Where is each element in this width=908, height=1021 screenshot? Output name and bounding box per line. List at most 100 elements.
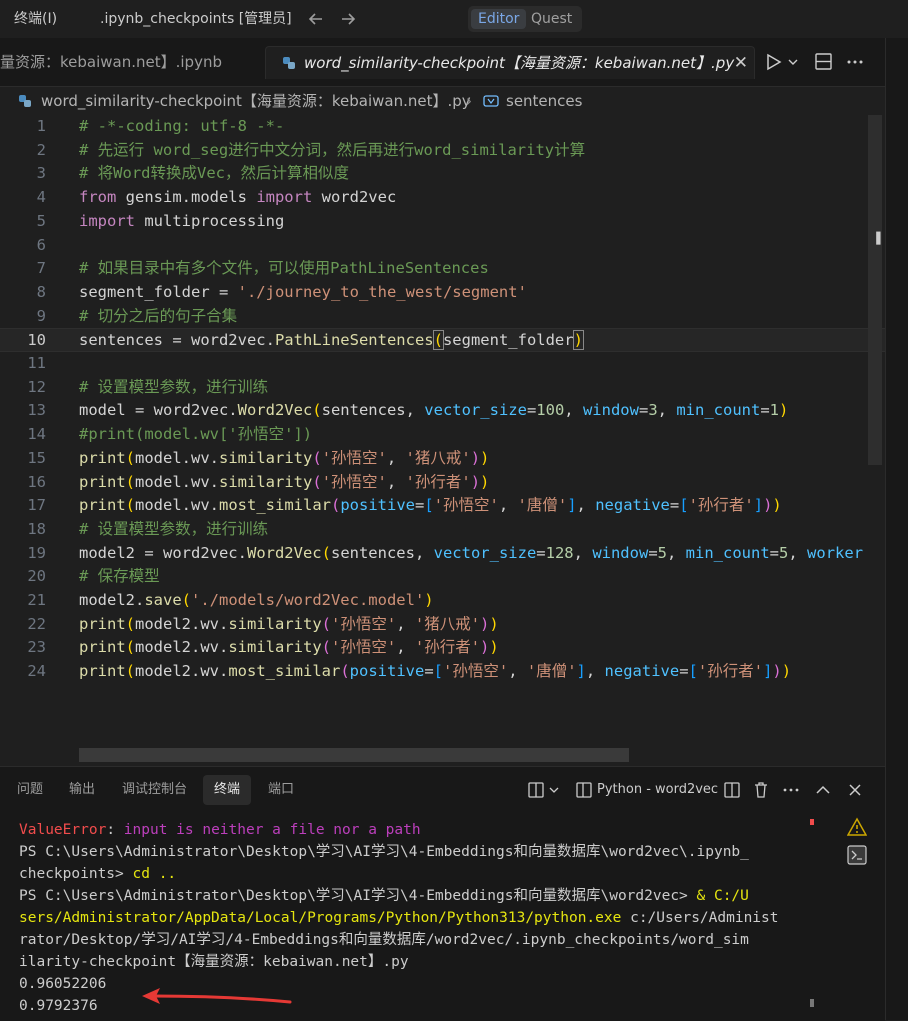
code-line[interactable]: 22 print(model2.wv.similarity('孙悟空', '猪八戒… [0, 613, 885, 637]
editor-vertical-scrollbar[interactable] [868, 115, 882, 465]
code-token: sentences, [321, 401, 425, 420]
code-line[interactable]: 5 import multiprocessing [0, 210, 885, 234]
terminal-name[interactable]: Python - word2vec [597, 780, 718, 800]
tab-problems[interactable]: 问题 [17, 775, 43, 805]
tab-ports[interactable]: 端口 [268, 775, 294, 805]
tab-terminal[interactable]: 终端 [203, 775, 252, 805]
terminal-text: ilarity-checkpoint【海量资源：kebaiwan.net】.py [19, 954, 409, 970]
panel-title[interactable]: 终端(I) [14, 0, 57, 38]
code-token: ] [567, 496, 577, 515]
code-line[interactable]: 21 model2.save('./models/word2Vec.model') [0, 589, 885, 613]
line-number: 12 [27, 377, 46, 396]
code-token: ) [772, 662, 782, 681]
code-token: '孙行者' [414, 638, 481, 657]
code-line[interactable]: 19 model2 = word2vec.Word2Vec(sentences, … [0, 542, 885, 566]
code-token: '唐僧' [526, 662, 577, 681]
code-line[interactable]: 14 #print(model.wv['孙悟空']) [0, 423, 885, 447]
tab-output[interactable]: 输出 [69, 775, 95, 805]
code-line[interactable]: 8 segment_folder = './journey_to_the_west… [0, 281, 885, 305]
code-token: most_similar [219, 496, 331, 515]
code-token: sentences, [330, 543, 434, 562]
code-line[interactable]: 6 [0, 234, 885, 258]
code-line[interactable]: 3 # 将Word转换成Vec，然后计算相似度 [0, 162, 885, 186]
tab-notebook[interactable]: 量资源：kebaiwan.net】.ipynb [0, 46, 222, 78]
code-line[interactable]: 1 # -*-coding: utf-8 -*- [0, 115, 885, 139]
back-arrow-icon[interactable] [306, 9, 326, 29]
code-text: # 设置模型参数，进行训练 [79, 376, 268, 400]
code-token: ( [432, 330, 444, 351]
code-token: model.wv. [135, 472, 220, 491]
code-token: model2 = word2vec. [79, 543, 247, 562]
warning-icon[interactable] [847, 817, 867, 837]
close-tab-icon[interactable]: ✕ [734, 47, 748, 79]
trash-icon[interactable] [752, 780, 770, 800]
code-token: ) [489, 614, 499, 633]
code-token: from [79, 188, 117, 207]
terminal-line: PS C:\Users\Administrator\Desktop\学习\AI学… [19, 841, 809, 863]
split-panel-icon[interactable] [723, 780, 741, 800]
code-token: negative [604, 662, 680, 681]
code-token: multiprocessing [135, 211, 285, 230]
code-line[interactable]: 20 # 保存模型 [0, 565, 885, 589]
code-line[interactable]: 16 print(model.wv.similarity('孙悟空', '孙行者'… [0, 471, 885, 495]
quest-mode-button[interactable]: Quest [524, 9, 579, 29]
code-line[interactable]: 4 from gensim.models import word2vec [0, 186, 885, 210]
editor-mode-button[interactable]: Editor [471, 9, 527, 29]
code-line[interactable]: 7 # 如果目录中有多个文件，可以使用PathLineSentences [0, 257, 885, 281]
title-bar: 终端(I) .ipynb_checkpoints [管理员] Editor Qu… [0, 0, 908, 38]
code-line[interactable]: 15 print(model.wv.similarity('孙悟空', '猪八戒'… [0, 447, 885, 471]
terminal-line: checkpoints> cd .. [19, 863, 809, 885]
code-line[interactable]: 23 print(model2.wv.similarity('孙悟空', '孙行者… [0, 636, 885, 660]
code-line[interactable]: 24 print(model2.wv.most_similar(positive=… [0, 660, 885, 684]
run-file-icon[interactable] [764, 51, 802, 73]
code-token: '孙行者' [405, 472, 471, 491]
code-text: model = word2vec.Word2Vec(sentences, vec… [79, 399, 788, 423]
forward-arrow-icon[interactable] [338, 9, 358, 29]
code-text: from gensim.models import word2vec [79, 186, 396, 210]
terminal-scrollbar[interactable] [810, 819, 816, 1009]
breadcrumb-file[interactable]: word_similarity-checkpoint【海量资源：kebaiwan… [41, 88, 471, 114]
more-actions-icon[interactable] [845, 51, 865, 73]
code-token: ( [125, 472, 136, 491]
code-token: # 切分之后的句子合集 [79, 306, 238, 325]
code-line[interactable]: 12 # 设置模型参数，进行训练 [0, 376, 885, 400]
code-line[interactable]: 17 print(model.wv.most_similar(positive=[… [0, 494, 885, 518]
code-token: model.wv. [135, 448, 220, 467]
code-text: print(model2.wv.most_similar(positive=['… [79, 660, 791, 684]
code-token: worker [807, 543, 864, 562]
code-token: , [585, 662, 605, 681]
editor-horizontal-scrollbar[interactable] [79, 748, 629, 762]
tab-debug-console[interactable]: 调试控制台 [122, 775, 187, 805]
code-token: ) [480, 638, 490, 657]
code-token: '孙行者' [688, 496, 754, 515]
code-line[interactable]: 18 # 设置模型参数，进行训练 [0, 518, 885, 542]
more-icon[interactable] [782, 780, 800, 800]
code-token: window [582, 401, 639, 420]
split-editor-icon[interactable] [814, 51, 834, 73]
code-text: # -*-coding: utf-8 -*- [79, 115, 284, 139]
code-token: similarity [219, 448, 313, 467]
code-token: ( [321, 543, 331, 562]
code-token: ( [312, 472, 322, 491]
tab-active-file[interactable]: word_similarity-checkpoint【海量资源：kebaiwan… [265, 46, 755, 79]
line-number: 9 [36, 306, 46, 325]
code-token: #print(model.wv['孙悟空']) [79, 425, 313, 444]
split-terminal-icon[interactable] [527, 780, 563, 800]
code-line[interactable]: 2 # 先运行 word_seg进行中文分词，然后再进行word_similari… [0, 139, 885, 163]
code-editor[interactable]: 1 # -*-coding: utf-8 -*- 2 # 先运行 word_seg进行… [0, 115, 885, 765]
terminal-text: rator/Desktop/学习/AI学习/4-Embeddings和向量数据库… [19, 932, 749, 948]
code-token: = [669, 496, 680, 515]
terminal-line: sers/Administrator/AppData/Local/Program… [19, 907, 809, 929]
code-token: import [79, 211, 135, 230]
code-line[interactable]: 9 # 切分之后的句子合集 [0, 305, 885, 329]
breadcrumb-symbol[interactable]: sentences [506, 88, 582, 114]
cursor-marker: ▐ [872, 232, 881, 245]
code-line[interactable]: 10 sentences = word2vec.PathLineSentences… [0, 328, 885, 352]
code-line[interactable]: 11 [0, 352, 885, 376]
maximize-panel-icon[interactable] [814, 780, 832, 800]
code-token: = [536, 543, 546, 562]
code-line[interactable]: 13 model = word2vec.Word2Vec(sentences, v… [0, 399, 885, 423]
terminal-icon[interactable] [847, 845, 867, 865]
line-number: 23 [27, 638, 46, 657]
close-panel-icon[interactable] [846, 780, 864, 800]
